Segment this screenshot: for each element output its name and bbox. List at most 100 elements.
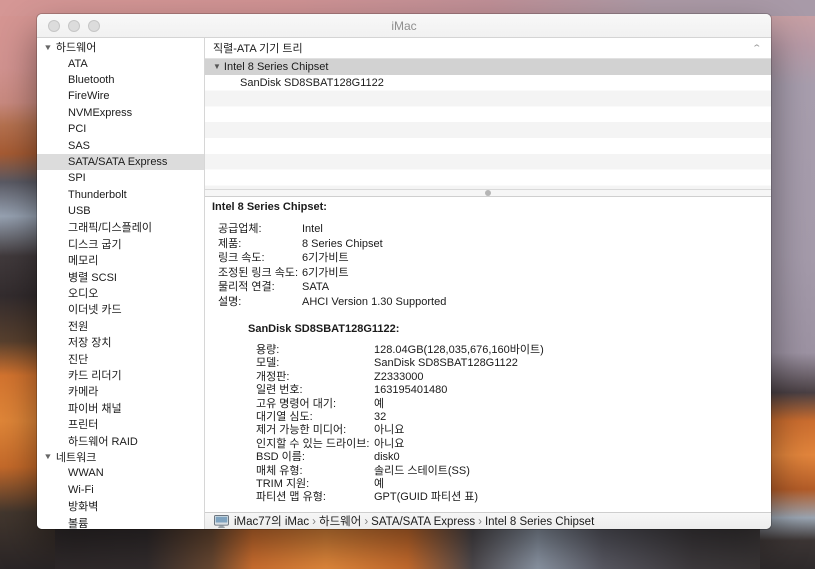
detail-value: 6기가비트	[302, 266, 349, 281]
zoom-button[interactable]	[88, 20, 100, 32]
close-button[interactable]	[48, 20, 60, 32]
sidebar-item[interactable]: NVMExpress	[37, 105, 204, 121]
detail-value: GPT(GUID 파티션 표)	[374, 491, 478, 504]
sidebar-section-label: 네트워크	[56, 449, 96, 465]
detail-row: 제거 가능한 미디어:아니요	[248, 424, 771, 437]
detail-label: BSD 이름:	[256, 451, 374, 464]
detail-value: 6기가비트	[302, 251, 349, 266]
sidebar-item[interactable]: Wi-Fi	[37, 482, 204, 498]
detail-value: 예	[374, 478, 384, 491]
sidebar-item[interactable]: 이더넷 카드	[37, 301, 204, 317]
sidebar-item[interactable]: 방화벽	[37, 498, 204, 514]
sidebar-item[interactable]: 프린터	[37, 416, 204, 432]
window-title: iMac	[37, 19, 771, 33]
sidebar-item[interactable]: 전원	[37, 318, 204, 334]
detail-value: disk0	[374, 451, 400, 464]
sidebar-item-label: 메모리	[68, 252, 98, 268]
device-tree-panel: 직렬-ATA 기기 트리 ⌃ ▼Intel 8 Series ChipsetSa…	[205, 38, 771, 189]
detail-label: 설명:	[218, 295, 302, 310]
sidebar-item[interactable]: 메모리	[37, 252, 204, 268]
detail-value: SanDisk SD8SBAT128G1122	[374, 357, 518, 370]
detail-value: Intel	[302, 222, 323, 237]
detail-row: 조정된 링크 속도:6기가비트	[212, 266, 771, 281]
sidebar-item-label: 진단	[68, 351, 88, 367]
sidebar-item[interactable]: 디스크 굽기	[37, 236, 204, 252]
detail-label: 인지할 수 있는 드라이브:	[256, 438, 374, 451]
sidebar-item[interactable]: Thunderbolt	[37, 187, 204, 203]
detail-row: TRIM 지원:예	[248, 478, 771, 491]
detail-section-title: SanDisk SD8SBAT128G1122:	[248, 323, 771, 335]
breadcrumb-item[interactable]: Intel 8 Series Chipset	[485, 516, 594, 528]
traffic-lights	[48, 20, 100, 32]
status-path-bar: iMac77의 iMac›하드웨어›SATA/SATA Express›Inte…	[205, 512, 771, 529]
disclosure-triangle-icon[interactable]: ▼	[43, 43, 52, 52]
breadcrumb-item[interactable]: iMac77의 iMac	[234, 516, 309, 528]
pane-splitter[interactable]	[205, 189, 771, 197]
breadcrumb-item[interactable]: SATA/SATA Express	[371, 516, 475, 528]
detail-row: BSD 이름:disk0	[248, 451, 771, 464]
breadcrumb-item[interactable]: 하드웨어	[319, 516, 361, 528]
minimize-button[interactable]	[68, 20, 80, 32]
sidebar-item[interactable]: SATA/SATA Express	[37, 154, 204, 170]
system-information-window: iMac ▼하드웨어ATABluetoothFireWireNVMExpress…	[37, 14, 771, 529]
sidebar-item-label: 볼륨	[68, 515, 88, 529]
detail-value: 128.04GB(128,035,676,160바이트)	[374, 344, 544, 357]
sidebar-item[interactable]: USB	[37, 203, 204, 219]
detail-value: SATA	[302, 280, 329, 295]
splitter-handle-icon	[485, 190, 491, 196]
sidebar-item-label: 카메라	[68, 383, 98, 399]
sidebar-item[interactable]: 오디오	[37, 285, 204, 301]
sidebar: ▼하드웨어ATA Bluetooth FireWire NVMExpress PCI SA…	[37, 38, 205, 529]
sidebar-item-label: Bluetooth	[68, 74, 114, 86]
detail-label: TRIM 지원:	[256, 478, 374, 491]
tree-column-header[interactable]: 직렬-ATA 기기 트리 ⌃	[205, 38, 771, 59]
detail-row: 링크 속도:6기가비트	[212, 251, 771, 266]
tree-row-label: Intel 8 Series Chipset	[224, 61, 329, 73]
detail-label: 제품:	[218, 237, 302, 252]
detail-label: 파티션 맵 유형:	[256, 491, 374, 504]
tree-row[interactable]: SanDisk SD8SBAT128G1122	[205, 75, 771, 91]
detail-label: 제거 가능한 미디어:	[256, 424, 374, 437]
sidebar-item[interactable]: WWAN	[37, 465, 204, 481]
sidebar-item[interactable]: 진단	[37, 350, 204, 366]
sidebar-item-label: FireWire	[68, 90, 110, 102]
sidebar-section-1[interactable]: ▼ 네트워크	[37, 449, 204, 465]
disclosure-triangle-icon[interactable]: ▼	[213, 62, 221, 71]
detail-value: 예	[374, 398, 384, 411]
sidebar-item[interactable]: 그래픽/디스플레이	[37, 219, 204, 235]
sidebar-item[interactable]: Bluetooth	[37, 72, 204, 88]
detail-label: 개정판:	[256, 371, 374, 384]
sidebar-item[interactable]: 볼륨	[37, 514, 204, 529]
sidebar-item-label: Thunderbolt	[68, 189, 127, 201]
sidebar-item[interactable]: SAS	[37, 137, 204, 153]
detail-label: 일련 번호:	[256, 384, 374, 397]
sidebar-item-label: 병렬 SCSI	[68, 269, 117, 285]
sidebar-item-label: 하드웨어 RAID	[68, 433, 138, 449]
tree-body: ▼Intel 8 Series ChipsetSanDisk SD8SBAT12…	[205, 59, 771, 189]
detail-label: 공급업체:	[218, 222, 302, 237]
detail-row: 고유 명령어 대기:예	[248, 398, 771, 411]
disclosure-triangle-icon[interactable]: ▼	[43, 452, 52, 461]
sidebar-item-label: PCI	[68, 123, 86, 135]
sidebar-item[interactable]: PCI	[37, 121, 204, 137]
tree-row[interactable]: ▼Intel 8 Series Chipset	[205, 59, 771, 75]
sidebar-item[interactable]: FireWire	[37, 88, 204, 104]
sidebar-item-label: 카드 리더기	[68, 367, 122, 383]
sidebar-item-label: WWAN	[68, 467, 104, 479]
detail-row: 개정판:Z2333000	[248, 371, 771, 384]
detail-value: Z2333000	[374, 371, 424, 384]
sidebar-item[interactable]: 파이버 채널	[37, 400, 204, 416]
sidebar-item-label: 프린터	[68, 416, 98, 432]
titlebar[interactable]: iMac	[37, 14, 771, 38]
sidebar-item[interactable]: 카메라	[37, 383, 204, 399]
sidebar-item[interactable]: SPI	[37, 170, 204, 186]
sidebar-item[interactable]: 저장 장치	[37, 334, 204, 350]
sidebar-item[interactable]: 하드웨어 RAID	[37, 432, 204, 448]
sidebar-item[interactable]: 병렬 SCSI	[37, 268, 204, 284]
detail-row: 매체 유형:솔리드 스테이트(SS)	[248, 465, 771, 478]
sort-ascending-icon: ⌃	[752, 44, 763, 53]
sidebar-section-0[interactable]: ▼하드웨어	[37, 39, 204, 55]
sidebar-item[interactable]: 카드 리더기	[37, 367, 204, 383]
detail-label: 모델:	[256, 357, 374, 370]
sidebar-item[interactable]: ATA	[37, 55, 204, 71]
